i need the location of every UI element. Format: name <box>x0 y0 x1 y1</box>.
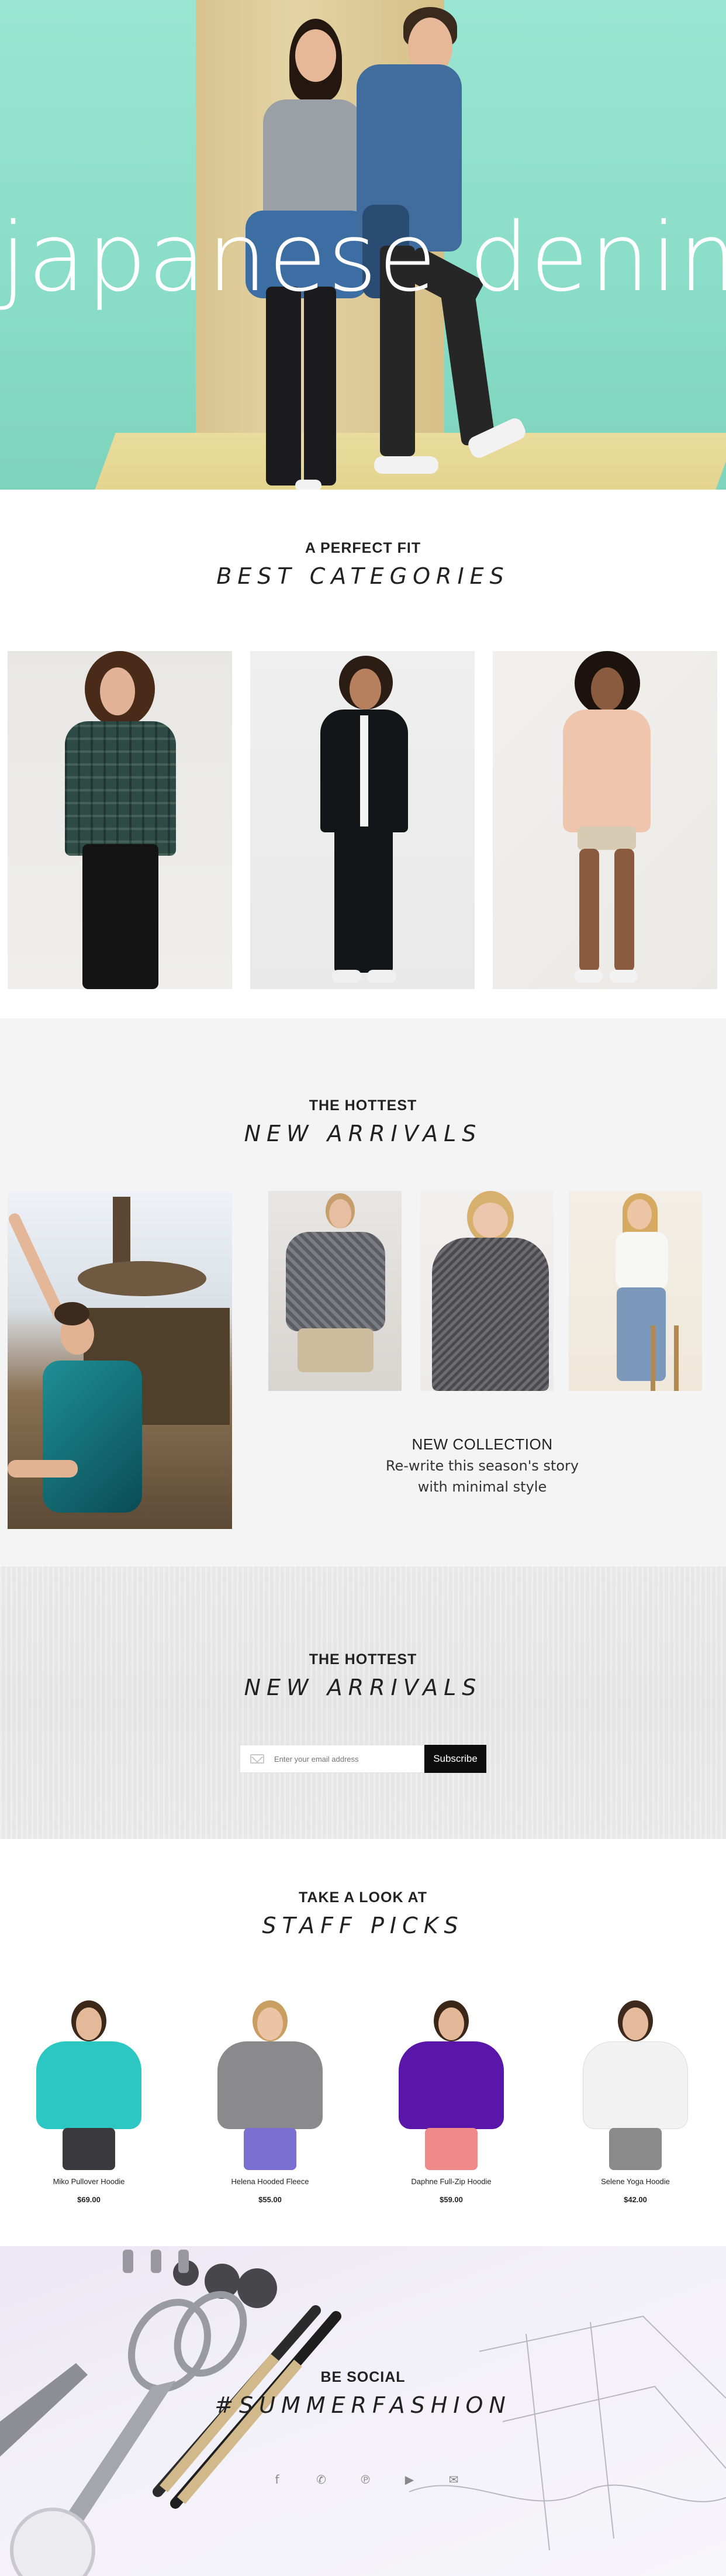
arrivals-heading: NEW ARRIVALS <box>244 1121 482 1146</box>
product-name[interactable]: Helena Hooded Fleece <box>197 2177 343 2186</box>
categories-heading: BEST CATEGORIES <box>216 563 510 589</box>
newsletter-heading: NEW ARRIVALS <box>244 1675 482 1700</box>
product-price: $69.00 <box>77 2195 101 2204</box>
social-heading: #SUMMERFASHION <box>215 2392 511 2418</box>
collection-title: NEW COLLECTION <box>412 1435 553 1453</box>
category-card-track-jacket[interactable] <box>250 651 475 989</box>
mail-icon <box>250 1754 264 1764</box>
product-price: $59.00 <box>440 2195 463 2204</box>
product-image[interactable] <box>16 1995 162 2170</box>
pinterest-icon[interactable]: ℗ <box>357 2471 374 2488</box>
hero-banner: japanese denim <box>0 0 726 490</box>
subscribe-button[interactable]: Subscribe <box>424 1745 486 1773</box>
arrival-model-white-tee <box>592 1191 686 1391</box>
category-model-plaid <box>54 651 189 989</box>
newsletter-section <box>0 1566 726 1839</box>
product-name[interactable]: Miko Pullover Hoodie <box>16 2177 162 2186</box>
product-image[interactable] <box>197 1995 343 2170</box>
arrivals-kicker: THE HOTTEST <box>309 1097 417 1114</box>
arrival-model-turtleneck <box>426 1191 549 1391</box>
newsletter-kicker: THE HOTTEST <box>309 1651 417 1668</box>
staff-picks-heading: STAFF PICKS <box>262 1913 464 1938</box>
newsletter-texture <box>0 1566 726 1839</box>
arrival-model-grey-sweater <box>280 1191 391 1391</box>
youtube-icon[interactable]: ▶ <box>402 2471 418 2488</box>
product-price: $42.00 <box>624 2195 647 2204</box>
product-card[interactable]: Helena Hooded Fleece $55.00 <box>197 1995 343 2204</box>
email-input[interactable] <box>240 1745 424 1773</box>
arrival-model-teal-dress <box>8 1203 183 1529</box>
product-card[interactable]: Selene Yoga Hoodie $42.00 <box>562 1995 708 2204</box>
product-name[interactable]: Selene Yoga Hoodie <box>562 2177 708 2186</box>
category-card-plaid-shirt[interactable] <box>8 651 232 989</box>
category-model-track <box>309 651 420 989</box>
chat-icon[interactable]: ✉ <box>445 2471 462 2488</box>
arrival-thumb-knit-sweater[interactable] <box>268 1191 402 1391</box>
product-name[interactable]: Daphne Full-Zip Hoodie <box>378 2177 524 2186</box>
category-model-sheer <box>551 651 662 989</box>
product-image[interactable] <box>562 1995 708 2170</box>
social-icons-row: f ✆ ℗ ▶ ✉ <box>269 2471 462 2488</box>
product-price: $55.00 <box>258 2195 282 2204</box>
product-card[interactable]: Daphne Full-Zip Hoodie $59.00 <box>378 1995 524 2204</box>
hero-title: japanese denim <box>0 203 726 313</box>
staff-picks-kicker: TAKE A LOOK AT <box>299 1889 427 1906</box>
twitter-icon[interactable]: ✆ <box>313 2471 330 2488</box>
facebook-icon[interactable]: f <box>269 2471 285 2488</box>
categories-kicker: A PERFECT FIT <box>305 540 421 556</box>
social-kicker: BE SOCIAL <box>320 2369 406 2385</box>
arrival-feature-photo[interactable] <box>8 1191 232 1529</box>
arrival-thumb-turtleneck[interactable] <box>420 1191 554 1391</box>
arrival-thumb-white-tee[interactable] <box>569 1191 702 1391</box>
category-card-sheer-shirt[interactable] <box>493 651 717 989</box>
product-card[interactable]: Miko Pullover Hoodie $69.00 <box>16 1995 162 2204</box>
product-image[interactable] <box>378 1995 524 2170</box>
collection-subtitle: Re-write this season's story with minima… <box>385 1458 579 1495</box>
